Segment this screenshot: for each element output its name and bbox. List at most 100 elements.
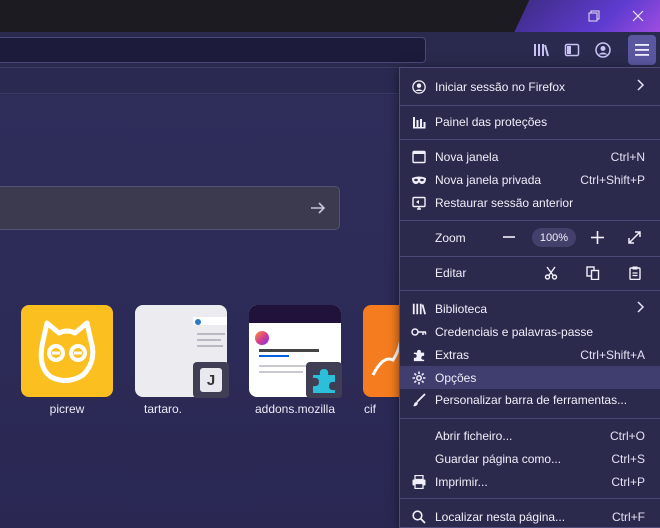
paintbrush-icon <box>411 392 427 408</box>
close-window-button[interactable] <box>618 0 658 32</box>
library-button[interactable] <box>530 39 552 61</box>
gear-icon <box>411 370 427 386</box>
fullscreen-icon <box>627 230 641 244</box>
menu-item-label: Editar <box>435 265 467 280</box>
topsite-tile-picrew[interactable] <box>21 305 113 397</box>
picrew-logo-icon <box>38 320 96 383</box>
menu-item-label: Painel das proteções <box>435 114 548 129</box>
paste-button[interactable] <box>627 265 643 281</box>
menu-item-new-private-window[interactable]: Nova janela privada Ctrl+Shift+P <box>400 168 660 191</box>
bookmarks-toolbar <box>0 68 400 94</box>
url-bar[interactable] <box>0 37 426 63</box>
menu-item-customize[interactable]: Personalizar barra de ferramentas... <box>400 388 660 411</box>
menu-item-shortcut: Ctrl+N <box>610 149 645 164</box>
menu-item-edit: Editar <box>400 261 660 284</box>
copy-button[interactable] <box>585 265 601 281</box>
chevron-right-icon <box>637 79 645 94</box>
chart-icon <box>411 114 427 130</box>
new-window-icon <box>411 149 427 165</box>
menu-separator <box>400 256 660 257</box>
account-icon <box>595 42 611 58</box>
j-letter-icon: J <box>200 368 222 392</box>
menu-item-restore-session[interactable]: Restaurar sessão anterior <box>400 191 660 214</box>
search-submit-button[interactable] <box>306 196 330 220</box>
menu-item-shortcut: Ctrl+P <box>611 474 645 489</box>
library-icon <box>411 301 427 317</box>
chevron-right-icon <box>637 301 645 316</box>
menu-item-shortcut: Ctrl+S <box>611 451 645 466</box>
menu-item-save-page[interactable]: Guardar página como... Ctrl+S <box>400 447 660 470</box>
zoom-in-button[interactable] <box>590 230 604 244</box>
menu-item-label: Imprimir... <box>435 474 488 489</box>
tartaro-favicon: J <box>193 362 229 398</box>
menu-separator <box>400 418 660 419</box>
puzzle-piece-icon <box>313 369 335 393</box>
minus-icon <box>503 236 515 238</box>
menu-item-protections[interactable]: Painel das proteções <box>400 110 660 133</box>
library-icon <box>534 44 549 57</box>
menu-item-label: Abrir ficheiro... <box>435 428 513 443</box>
zoom-reset-button[interactable]: 100% <box>532 228 576 247</box>
menu-item-label: Biblioteca <box>435 301 488 316</box>
menu-icon <box>635 44 649 56</box>
menu-item-zoom: Zoom <box>400 226 660 249</box>
menu-item-shortcut: Ctrl+F <box>612 509 645 524</box>
plus-icon <box>590 230 604 244</box>
menu-item-addons[interactable]: Extras Ctrl+Shift+A <box>400 343 660 366</box>
menu-separator <box>400 139 660 140</box>
menu-item-shortcut: Ctrl+O <box>609 428 645 443</box>
menu-item-new-window[interactable]: Nova janela Ctrl+N <box>400 145 660 168</box>
copy-icon <box>586 266 600 280</box>
menu-item-open-file[interactable]: Abrir ficheiro... Ctrl+O <box>400 424 660 447</box>
addons-favicon <box>306 362 342 398</box>
menu-item-label: Opções <box>435 370 477 385</box>
menu-item-label: Restaurar sessão anterior <box>435 195 574 210</box>
menu-item-print[interactable]: Imprimir... Ctrl+P <box>400 470 660 493</box>
topsite-label: cif <box>364 402 376 416</box>
restore-window-button[interactable] <box>574 0 614 32</box>
navigation-toolbar <box>0 32 660 68</box>
account-icon <box>411 79 427 95</box>
restore-icon <box>588 10 600 22</box>
topsite-label: addons.mozilla <box>254 402 336 416</box>
cif-logo-icon <box>371 324 403 376</box>
clipboard-icon <box>629 266 641 280</box>
menu-item-label: Zoom <box>435 230 466 245</box>
menu-item-shortcut: Ctrl+Shift+A <box>580 347 645 362</box>
menu-item-label: Iniciar sessão no Firefox <box>435 79 566 94</box>
restore-session-icon <box>411 195 427 211</box>
menu-item-label: Nova janela <box>435 149 499 164</box>
menu-item-logins[interactable]: Credenciais e palavras-passe <box>400 320 660 343</box>
menu-separator <box>400 290 660 291</box>
menu-separator <box>400 498 660 499</box>
title-bar <box>0 0 660 32</box>
private-mask-icon <box>411 172 427 188</box>
menu-item-shortcut: Ctrl+Shift+P <box>580 172 645 187</box>
close-icon <box>632 10 644 22</box>
fullscreen-button[interactable] <box>627 230 641 244</box>
sidebar-icon <box>564 43 580 57</box>
menu-item-sign-in[interactable]: Iniciar sessão no Firefox <box>400 75 660 98</box>
open-menu-button[interactable] <box>628 35 656 65</box>
sidebar-button[interactable] <box>561 39 583 61</box>
menu-item-library[interactable]: Biblioteca <box>400 297 660 320</box>
menu-item-label: Personalizar barra de ferramentas... <box>435 392 628 407</box>
search-input[interactable] <box>0 186 340 230</box>
menu-item-label: Nova janela privada <box>435 172 542 187</box>
menu-separator <box>400 220 660 221</box>
account-button[interactable] <box>592 39 614 61</box>
scissors-icon <box>544 266 558 280</box>
menu-item-label: Extras <box>435 347 470 362</box>
menu-item-label: Guardar página como... <box>435 451 562 466</box>
cut-button[interactable] <box>543 265 559 281</box>
printer-icon <box>411 474 427 490</box>
menu-item-find[interactable]: Localizar nesta página... Ctrl+F <box>400 505 660 528</box>
topsite-label: picrew <box>49 402 85 416</box>
menu-separator <box>400 105 660 106</box>
topsite-tile-cif[interactable] <box>363 305 403 397</box>
menu-item-label: Localizar nesta página... <box>435 509 566 524</box>
menu-item-options[interactable]: Opções <box>400 366 660 389</box>
search-icon <box>411 509 427 525</box>
zoom-out-button[interactable] <box>502 230 516 244</box>
puzzle-piece-icon <box>411 347 427 363</box>
